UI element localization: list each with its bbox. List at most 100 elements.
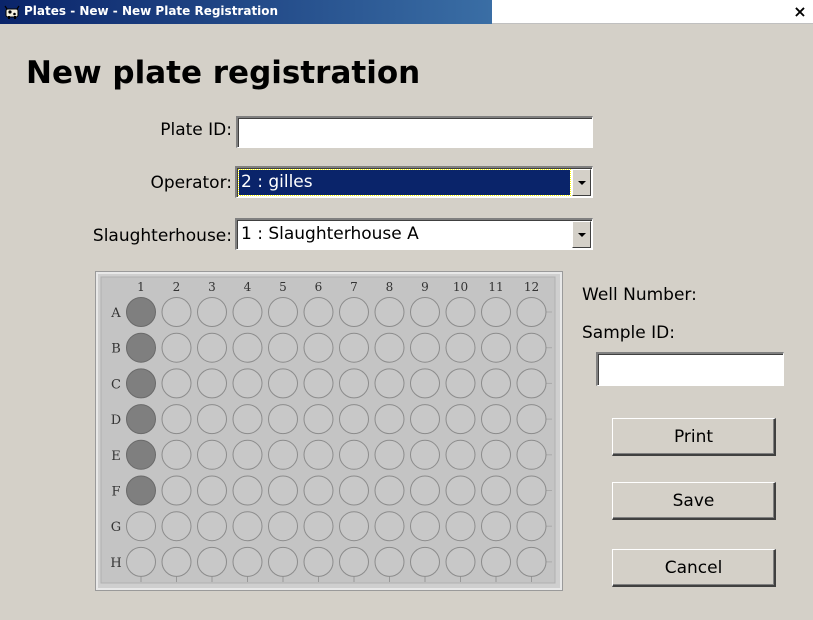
- well-D2[interactable]: [161, 404, 192, 435]
- operator-dropdown-button[interactable]: [572, 169, 591, 196]
- well-A3[interactable]: [197, 297, 227, 327]
- close-button[interactable]: ×: [791, 3, 809, 21]
- well-B11[interactable]: [481, 332, 511, 363]
- well-G10[interactable]: [445, 511, 476, 542]
- well-C2[interactable]: [161, 368, 192, 399]
- well-D8[interactable]: [374, 404, 405, 435]
- well-F10[interactable]: [445, 475, 476, 506]
- well-C10[interactable]: [445, 368, 476, 399]
- well-E8[interactable]: [374, 439, 405, 470]
- save-button[interactable]: Save: [612, 482, 776, 520]
- well-A1[interactable]: [126, 297, 156, 327]
- well-F8[interactable]: [374, 475, 405, 506]
- well-B5[interactable]: [268, 332, 298, 363]
- well-H6[interactable]: [303, 546, 334, 577]
- well-H10[interactable]: [445, 546, 476, 577]
- well-E7[interactable]: [339, 439, 369, 470]
- well-D3[interactable]: [197, 404, 227, 435]
- well-C12[interactable]: [516, 368, 547, 399]
- well-H4[interactable]: [232, 546, 263, 577]
- well-F2[interactable]: [161, 475, 192, 506]
- well-E1[interactable]: [126, 439, 156, 470]
- well-H2[interactable]: [161, 546, 192, 577]
- well-C11[interactable]: [481, 368, 511, 399]
- well-A4[interactable]: [232, 297, 263, 327]
- well-E9[interactable]: [410, 439, 440, 470]
- well-B7[interactable]: [339, 332, 369, 363]
- well-D6[interactable]: [303, 404, 334, 435]
- well-E3[interactable]: [197, 439, 227, 470]
- plate-id-input[interactable]: [236, 116, 593, 148]
- well-F9[interactable]: [410, 475, 440, 506]
- well-A2[interactable]: [161, 297, 192, 327]
- well-B10[interactable]: [445, 332, 476, 363]
- well-D10[interactable]: [445, 404, 476, 435]
- well-E11[interactable]: [481, 439, 511, 470]
- well-G3[interactable]: [197, 511, 227, 542]
- well-H8[interactable]: [374, 546, 405, 577]
- well-B8[interactable]: [374, 332, 405, 363]
- well-C6[interactable]: [303, 368, 334, 399]
- well-D1[interactable]: [126, 404, 156, 435]
- well-B1[interactable]: [126, 332, 156, 363]
- well-F6[interactable]: [303, 475, 334, 506]
- well-B2[interactable]: [161, 332, 192, 363]
- well-G8[interactable]: [374, 511, 405, 542]
- well-A8[interactable]: [374, 297, 405, 327]
- well-C7[interactable]: [339, 368, 369, 399]
- well-F1[interactable]: [126, 475, 156, 506]
- well-G4[interactable]: [232, 511, 263, 542]
- well-D11[interactable]: [481, 404, 511, 435]
- well-A5[interactable]: [268, 297, 298, 327]
- well-B4[interactable]: [232, 332, 263, 363]
- well-A9[interactable]: [410, 297, 440, 327]
- operator-select[interactable]: 2 : gilles: [235, 166, 593, 198]
- well-H11[interactable]: [481, 546, 511, 577]
- well-G11[interactable]: [481, 511, 511, 542]
- well-H7[interactable]: [339, 546, 369, 577]
- slaughterhouse-dropdown-button[interactable]: [572, 221, 591, 248]
- well-F7[interactable]: [339, 475, 369, 506]
- well-B3[interactable]: [197, 332, 227, 363]
- well-A6[interactable]: [303, 297, 334, 327]
- well-E12[interactable]: [516, 439, 547, 470]
- well-F11[interactable]: [481, 475, 511, 506]
- well-H3[interactable]: [197, 546, 227, 577]
- well-G5[interactable]: [268, 511, 298, 542]
- well-C3[interactable]: [197, 368, 227, 399]
- well-H9[interactable]: [410, 546, 440, 577]
- slaughterhouse-select[interactable]: 1 : Slaughterhouse A: [235, 218, 593, 250]
- well-E4[interactable]: [232, 439, 263, 470]
- well-F4[interactable]: [232, 475, 263, 506]
- well-H12[interactable]: [516, 546, 547, 577]
- well-D4[interactable]: [232, 404, 263, 435]
- well-G1[interactable]: [126, 511, 156, 542]
- well-F12[interactable]: [516, 475, 547, 506]
- well-B6[interactable]: [303, 332, 334, 363]
- well-G9[interactable]: [410, 511, 440, 542]
- well-B9[interactable]: [410, 332, 440, 363]
- well-D12[interactable]: [516, 404, 547, 435]
- well-A10[interactable]: [445, 297, 476, 327]
- well-C9[interactable]: [410, 368, 440, 399]
- well-B12[interactable]: [516, 332, 547, 363]
- well-G6[interactable]: [303, 511, 334, 542]
- well-F3[interactable]: [197, 475, 227, 506]
- well-D7[interactable]: [339, 404, 369, 435]
- well-C8[interactable]: [374, 368, 405, 399]
- print-button[interactable]: Print: [612, 418, 776, 456]
- well-E10[interactable]: [445, 439, 476, 470]
- sample-id-input[interactable]: [596, 352, 784, 386]
- well-A11[interactable]: [481, 297, 511, 327]
- well-E5[interactable]: [268, 439, 298, 470]
- well-G7[interactable]: [339, 511, 369, 542]
- well-G2[interactable]: [161, 511, 192, 542]
- well-D9[interactable]: [410, 404, 440, 435]
- well-G12[interactable]: [516, 511, 547, 542]
- well-F5[interactable]: [268, 475, 298, 506]
- well-D5[interactable]: [268, 404, 298, 435]
- well-E2[interactable]: [161, 439, 192, 470]
- well-A12[interactable]: [516, 297, 547, 327]
- well-H1[interactable]: [126, 546, 156, 577]
- cancel-button[interactable]: Cancel: [612, 549, 776, 587]
